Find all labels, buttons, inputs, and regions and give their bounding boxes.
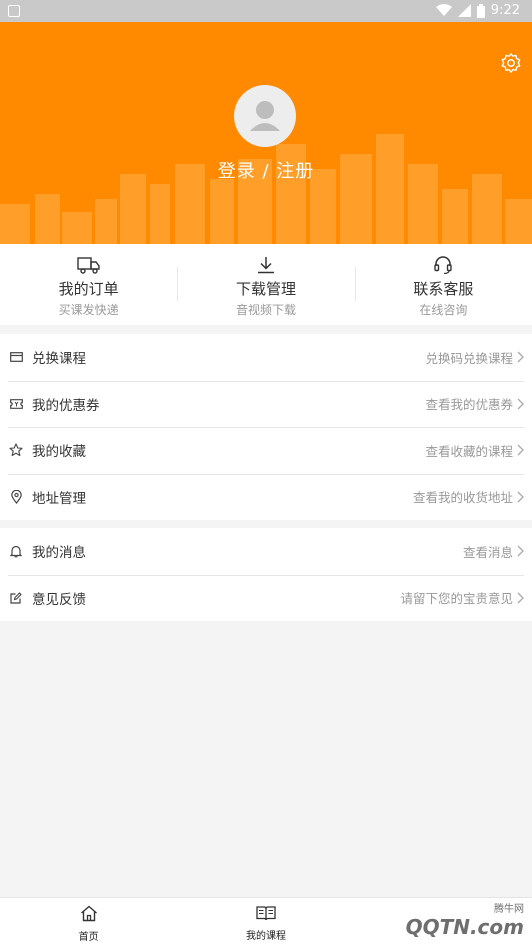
- location-icon: [10, 489, 22, 504]
- quick-action-support[interactable]: 联系客服 在线咨询: [354, 244, 532, 325]
- book-icon: [256, 906, 276, 921]
- profile-header: 登录 / 注册: [0, 22, 532, 244]
- wifi-icon: [435, 4, 452, 16]
- menu-item-hint: 查看收藏的课程: [425, 443, 513, 459]
- chevron-right-icon: [517, 351, 524, 363]
- menu-item-label: 我的收藏: [32, 444, 86, 461]
- avatar[interactable]: [234, 85, 296, 147]
- watermark-logo: 腾牛网 QQTN.com: [406, 900, 524, 939]
- status-time: 9:22: [490, 3, 520, 18]
- menu-item-label: 地址管理: [32, 490, 86, 507]
- settings-gear-icon[interactable]: [500, 52, 522, 74]
- quick-actions: 我的订单 买课发快递 下载管理 音视频下载 联系客服 在线咨询: [0, 244, 532, 325]
- download-icon: [257, 257, 274, 274]
- edit-icon: [10, 591, 22, 604]
- chevron-right-icon: [517, 592, 524, 604]
- tab-label: 我的课程: [245, 931, 286, 942]
- card-icon: [9, 352, 23, 363]
- quick-action-title: 联系客服: [413, 280, 474, 298]
- menu-item-hint: 查看我的收货地址: [412, 490, 513, 506]
- watermark-sub: 腾牛网: [494, 904, 524, 915]
- home-icon: [80, 905, 97, 922]
- menu-item-hint: 请留下您的宝贵意见: [400, 591, 513, 607]
- star-icon: [9, 443, 23, 457]
- menu-item-feedback[interactable]: 意见反馈 请留下您的宝贵意见: [0, 574, 532, 622]
- quick-action-downloads[interactable]: 下载管理 音视频下载: [177, 244, 354, 325]
- headset-icon: [434, 256, 453, 275]
- menu-group-account: 兑换课程 兑换码兑换课程 我的优惠券 查看我的优惠券 我的收藏 查看收藏的课程 …: [0, 334, 532, 520]
- coupon-icon: [9, 398, 23, 409]
- chevron-right-icon: [517, 545, 524, 557]
- tab-my-courses[interactable]: 我的课程: [177, 898, 354, 946]
- menu-item-redeem-course[interactable]: 兑换课程 兑换码兑换课程: [0, 334, 532, 381]
- signal-icon: [457, 4, 471, 17]
- chevron-right-icon: [517, 398, 524, 410]
- chevron-right-icon: [517, 491, 524, 503]
- status-bar: 9:22: [0, 0, 532, 22]
- menu-item-favorites[interactable]: 我的收藏 查看收藏的课程: [0, 427, 532, 474]
- menu-item-label: 意见反馈: [32, 591, 86, 608]
- menu-item-coupons[interactable]: 我的优惠券 查看我的优惠券: [0, 380, 532, 428]
- menu-item-hint: 查看消息: [462, 544, 513, 560]
- user-placeholder-icon: [250, 101, 280, 131]
- quick-action-title: 下载管理: [235, 280, 296, 298]
- menu-group-other: 我的消息 查看消息 意见反馈 请留下您的宝贵意见: [0, 528, 532, 621]
- battery-icon: [476, 3, 485, 18]
- quick-action-orders[interactable]: 我的订单 买课发快递: [0, 244, 177, 325]
- quick-action-title: 我的订单: [58, 280, 119, 298]
- menu-item-label: 我的消息: [32, 545, 86, 562]
- menu-item-address[interactable]: 地址管理 查看我的收货地址: [0, 473, 532, 521]
- quick-action-subtitle: 音视频下载: [235, 303, 296, 317]
- login-register-link[interactable]: 登录 / 注册: [0, 157, 532, 183]
- truck-icon: [76, 257, 100, 274]
- menu-item-label: 我的优惠券: [32, 397, 100, 414]
- quick-action-subtitle: 在线咨询: [419, 303, 468, 317]
- notification-icon: [8, 5, 20, 17]
- watermark-text: QQTN.com: [405, 915, 524, 939]
- chevron-right-icon: [517, 444, 524, 456]
- tab-home[interactable]: 首页: [0, 898, 177, 946]
- menu-item-label: 兑换课程: [32, 351, 86, 368]
- menu-item-hint: 兑换码兑换课程: [425, 350, 513, 366]
- menu-item-hint: 查看我的优惠券: [425, 397, 513, 413]
- quick-action-subtitle: 买课发快递: [58, 303, 119, 317]
- menu-item-messages[interactable]: 我的消息 查看消息: [0, 528, 532, 575]
- tab-label: 首页: [78, 932, 99, 943]
- bell-icon: [10, 545, 22, 558]
